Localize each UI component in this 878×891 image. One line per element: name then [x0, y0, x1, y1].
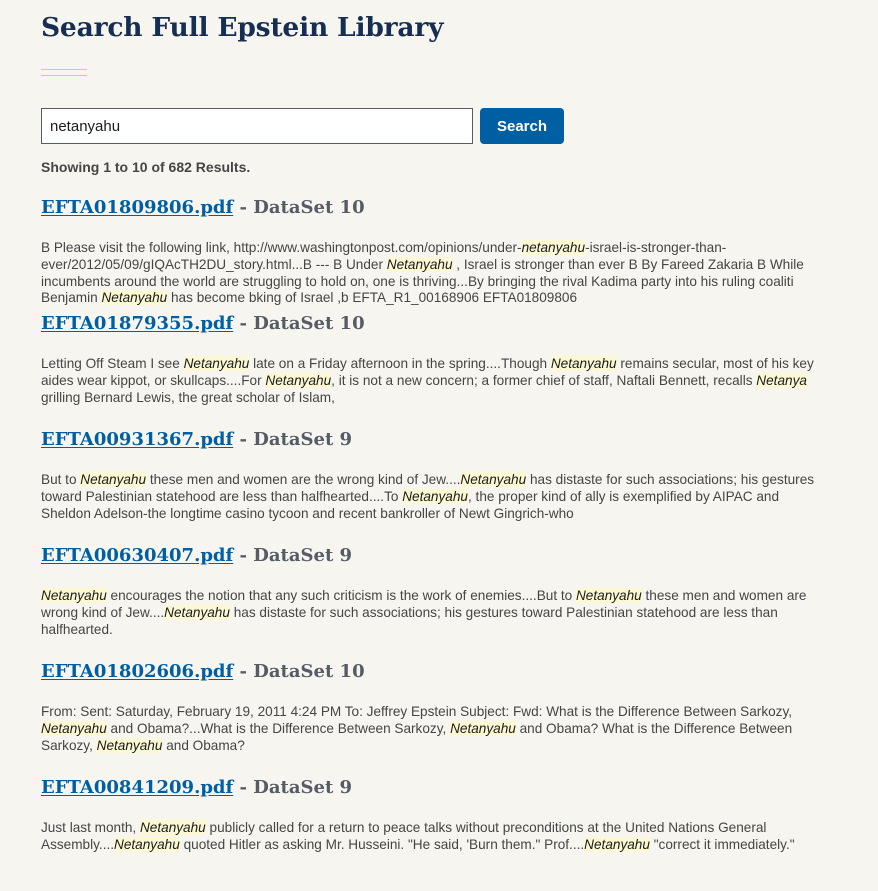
highlighted-term: Netanyahu	[584, 836, 650, 852]
result-item: EFTA00630407.pdf - DataSet 9 Netanyahu en…	[41, 542, 878, 658]
snippet-text: encourages the notion that any such crit…	[106, 588, 576, 603]
highlighted-term: Netanyahu	[550, 356, 617, 371]
highlighted-term: Netanyahu	[402, 488, 468, 504]
result-file-link[interactable]: EFTA01879355.pdf	[41, 313, 233, 334]
result-snippet: Letting Off Steam I see Netanyahu late o…	[41, 356, 878, 406]
snippet-text: B Please visit the following link, http:…	[41, 240, 522, 255]
highlighted-term: Netanyahu	[386, 256, 453, 272]
result-heading: EFTA00841209.pdf - DataSet 9	[41, 774, 878, 802]
search-form: Search	[41, 108, 564, 144]
snippet-text: has become bking of Israel ,b EFTA_R1_00…	[167, 290, 578, 306]
snippet-text: these men and women are the wrong kind o…	[146, 472, 461, 487]
result-snippet: From: Sent: Saturday, February 19, 2011 …	[41, 704, 878, 754]
result-file-link[interactable]: EFTA01809806.pdf	[41, 197, 233, 218]
result-dataset-label: - DataSet 10	[233, 313, 365, 334]
results-list: EFTA01809806.pdf - DataSet 10 B Please vi…	[41, 194, 878, 890]
result-dataset-label: - DataSet 10	[233, 661, 365, 682]
search-button[interactable]: Search	[480, 108, 564, 144]
page-title: Search Full Epstein Library	[41, 12, 444, 43]
result-snippet: Netanyahu encourages the notion that any…	[41, 588, 878, 638]
highlighted-term: Netanyahu	[265, 372, 332, 388]
highlighted-term: Netanyahu	[460, 472, 527, 487]
highlighted-term: Netanyahu	[450, 720, 516, 736]
result-file-link[interactable]: EFTA01802606.pdf	[41, 661, 233, 682]
highlighted-term: Netanyahu	[139, 820, 206, 835]
result-item: EFTA01879355.pdf - DataSet 10 Letting Off…	[41, 310, 878, 426]
highlighted-term: Netanyahu	[96, 737, 163, 753]
result-snippet: B Please visit the following link, http:…	[41, 240, 878, 307]
highlighted-term: Netanyahu	[41, 720, 107, 736]
snippet-text: "correct it immediately."	[649, 836, 795, 852]
result-heading: EFTA01809806.pdf - DataSet 10	[41, 194, 878, 222]
result-heading: EFTA00630407.pdf - DataSet 9	[41, 542, 878, 570]
result-file-link[interactable]: EFTA00630407.pdf	[41, 545, 233, 566]
result-snippet: But to Netanyahu these men and women are…	[41, 472, 878, 522]
snippet-text: From: Sent: Saturday, February 19, 2011 …	[41, 704, 793, 719]
snippet-text: Letting Off Steam I see	[41, 356, 184, 371]
highlighted-term: Netanyahu	[80, 472, 147, 487]
snippet-text: Just last month,	[41, 820, 140, 835]
result-snippet: Just last month, Netanyahu publicly call…	[41, 820, 878, 854]
snippet-text: and Obama?...What is the Difference Betw…	[106, 720, 451, 736]
snippet-text: grilling Bernard Lewis, the great schola…	[41, 389, 335, 405]
result-dataset-label: - DataSet 9	[233, 777, 353, 798]
result-heading: EFTA01879355.pdf - DataSet 10	[41, 310, 878, 338]
result-item: EFTA00931367.pdf - DataSet 9 But to Netan…	[41, 426, 878, 542]
result-file-link[interactable]: EFTA00931367.pdf	[41, 429, 233, 450]
highlighted-term: Netanya	[756, 372, 807, 388]
result-dataset-label: - DataSet 10	[233, 197, 365, 218]
result-dataset-label: - DataSet 9	[233, 429, 353, 450]
highlighted-term: Netanyahu	[101, 290, 168, 306]
snippet-text: and Obama?	[162, 737, 245, 753]
result-heading: EFTA00931367.pdf - DataSet 9	[41, 426, 878, 454]
results-summary: Showing 1 to 10 of 682 Results.	[41, 159, 251, 175]
highlighted-term: Netanyahu	[183, 356, 250, 371]
result-item: EFTA00841209.pdf - DataSet 9 Just last mo…	[41, 774, 878, 890]
highlighted-term: netanyahu	[521, 240, 586, 255]
snippet-text: late on a Friday afternoon in the spring…	[249, 356, 551, 371]
title-accent-rule	[41, 69, 87, 76]
snippet-text: quoted Hitler as asking Mr. Husseini. "H…	[179, 836, 585, 852]
snippet-text: , it is not a new concern; a former chie…	[331, 372, 757, 388]
result-item: EFTA01802606.pdf - DataSet 10 From: Sent:…	[41, 658, 878, 774]
highlighted-term: Netanyahu	[575, 588, 642, 603]
snippet-text: But to	[41, 472, 81, 487]
highlighted-term: Netanyahu	[164, 604, 230, 620]
highlighted-term: Netanyahu	[114, 836, 180, 852]
result-heading: EFTA01802606.pdf - DataSet 10	[41, 658, 878, 686]
result-dataset-label: - DataSet 9	[233, 545, 353, 566]
result-file-link[interactable]: EFTA00841209.pdf	[41, 777, 233, 798]
highlighted-term: Netanyahu	[41, 588, 107, 603]
search-input[interactable]	[41, 108, 473, 144]
result-item: EFTA01809806.pdf - DataSet 10 B Please vi…	[41, 194, 878, 310]
